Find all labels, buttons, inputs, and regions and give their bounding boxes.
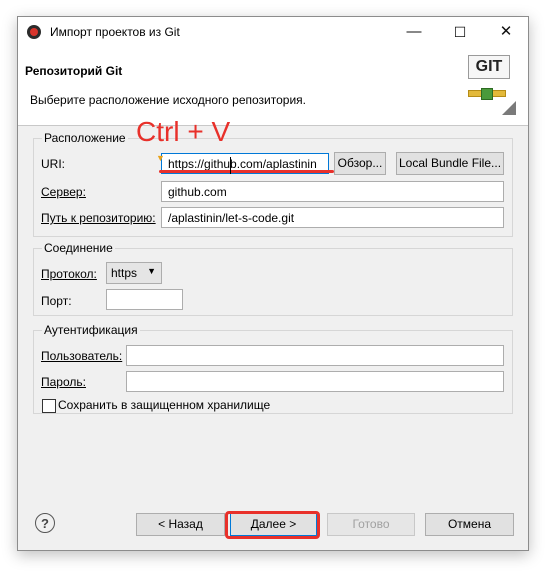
repository-path-input[interactable]: /aplastinin/let-s-code.git — [161, 207, 504, 228]
protocol-select[interactable]: https ▼ — [106, 262, 162, 284]
browse-button[interactable]: Обзор... — [334, 152, 386, 175]
maximize-button[interactable]: ☐ — [438, 17, 482, 47]
password-input[interactable] — [126, 371, 504, 392]
local-bundle-file-button[interactable]: Local Bundle File... — [396, 152, 504, 175]
server-label: Сервер: — [41, 185, 86, 199]
uri-label: URI: — [41, 157, 65, 171]
window-title: Импорт проектов из Git — [50, 25, 180, 39]
cancel-button[interactable]: Отмена — [425, 513, 514, 536]
ctrl-v-annotation: Ctrl + V — [136, 116, 231, 147]
git-node-icon — [481, 88, 493, 100]
location-legend: Расположение — [42, 131, 128, 145]
finish-button[interactable]: Готово — [327, 513, 415, 536]
connection-group: Соединение Протокол: https ▼ Порт: — [33, 241, 513, 316]
authentication-group: Аутентификация Пользователь: Пароль: Сох… — [33, 323, 513, 414]
authentication-legend: Аутентификация — [42, 323, 140, 337]
next-button-highlight — [225, 511, 320, 539]
port-label: Порт: — [41, 294, 72, 308]
protocol-value: https — [111, 266, 138, 280]
git-logo-text: GIT — [468, 55, 510, 79]
password-label: Пароль: — [41, 375, 86, 389]
page-description: Выберите расположение исходного репозито… — [30, 93, 306, 107]
store-secure-checkbox[interactable] — [42, 399, 56, 413]
import-dialog: Импорт проектов из Git — ☐ ✕ Репозиторий… — [17, 16, 529, 551]
git-logo-corner — [502, 101, 516, 115]
back-button[interactable]: < Назад — [136, 513, 225, 536]
repository-path-label: Путь к репозиторию: — [41, 211, 156, 225]
git-branch-icon — [468, 82, 506, 104]
eclipse-app-icon — [27, 25, 41, 39]
page-title: Репозиторий Git — [25, 64, 123, 78]
minimize-button[interactable]: — — [392, 17, 436, 47]
user-label: Пользователь: — [41, 349, 123, 363]
connection-legend: Соединение — [42, 241, 115, 255]
location-group: Расположение URI: https://github.com/apl… — [33, 131, 513, 237]
protocol-label: Протокол: — [41, 267, 97, 281]
git-logo-icon: GIT — [468, 55, 516, 115]
help-icon[interactable]: ? — [35, 513, 55, 533]
wizard-header: Репозиторий Git Выберите расположение ис… — [18, 47, 528, 126]
content-assist-bulb-icon: ▼ — [156, 153, 165, 163]
chevron-down-icon: ▼ — [147, 266, 156, 276]
text-cursor — [230, 157, 231, 174]
server-input[interactable]: github.com — [161, 181, 504, 202]
user-input[interactable] — [126, 345, 504, 366]
title-bar: Импорт проектов из Git — ☐ ✕ — [18, 17, 528, 47]
port-input[interactable] — [106, 289, 183, 310]
annotation-underline — [159, 170, 334, 173]
close-button[interactable]: ✕ — [484, 17, 528, 47]
store-secure-label: Сохранить в защищенном хранилище — [58, 398, 271, 412]
